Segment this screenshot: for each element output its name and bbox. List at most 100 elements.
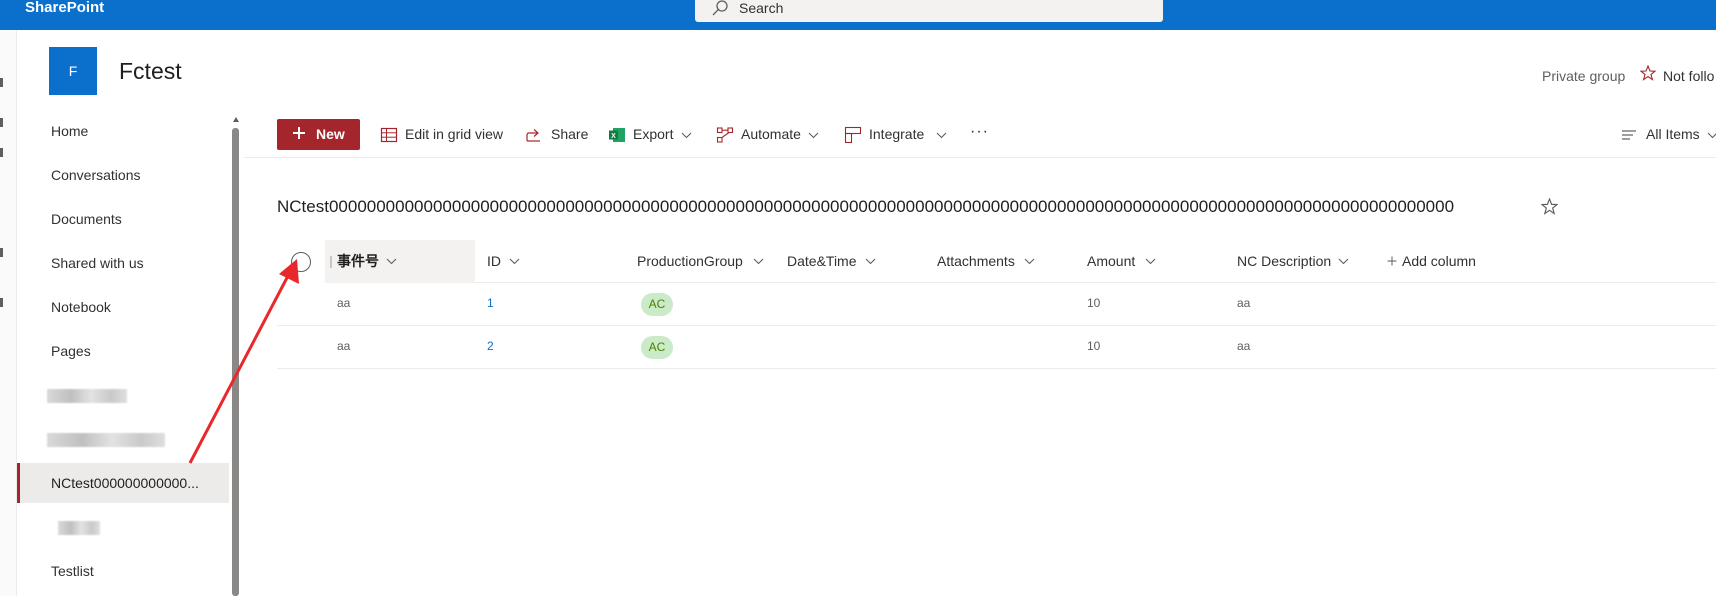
column-resize-handle[interactable] bbox=[330, 256, 332, 268]
grid-icon bbox=[380, 127, 398, 143]
app-brand[interactable]: SharePoint bbox=[25, 0, 104, 16]
cell-event-no: aa bbox=[337, 339, 351, 353]
integrate-label: Integrate bbox=[869, 126, 925, 142]
nav-item-shared-with-us[interactable]: Shared with us bbox=[17, 243, 229, 283]
column-header-label: Date&Time bbox=[787, 253, 857, 269]
strip-marker bbox=[0, 298, 3, 307]
column-header-attachments[interactable]: Attachments bbox=[925, 240, 1075, 283]
column-header-label: ID bbox=[487, 253, 501, 269]
share-button[interactable]: Share bbox=[525, 119, 589, 150]
view-selector[interactable]: All Items bbox=[1621, 119, 1716, 150]
chevron-down-icon bbox=[1707, 132, 1716, 139]
command-bar: New Edit in grid view Share X Export Aut… bbox=[244, 111, 1716, 158]
star-icon[interactable] bbox=[1541, 198, 1558, 215]
table-row[interactable]: aa 2 AC 10 aa bbox=[277, 326, 1716, 369]
nav-item-label: Testlist bbox=[51, 563, 94, 579]
nav-item-testlist[interactable]: Testlist bbox=[17, 551, 229, 591]
nav-scrollbar[interactable] bbox=[232, 128, 239, 596]
cell-event-no: aa bbox=[337, 296, 351, 310]
column-header-label: NC Description bbox=[1237, 253, 1332, 269]
new-button-label: New bbox=[316, 126, 345, 142]
nav-item-conversations[interactable]: Conversations bbox=[17, 155, 229, 195]
strip-marker bbox=[0, 248, 3, 257]
column-header-nc-description[interactable]: NC Description bbox=[1225, 240, 1375, 283]
strip-marker bbox=[0, 78, 3, 87]
column-header-id[interactable]: ID bbox=[475, 240, 625, 283]
list-title: NCtest0000000000000000000000000000000000… bbox=[277, 197, 1455, 216]
integrate-button[interactable]: Integrate bbox=[844, 119, 948, 150]
cell-nc-description: aa bbox=[1237, 339, 1251, 353]
nav-item-label: Shared with us bbox=[51, 255, 144, 271]
select-all-checkbox[interactable] bbox=[291, 252, 311, 272]
chevron-down-icon bbox=[509, 258, 520, 265]
site-logo[interactable]: F bbox=[49, 47, 97, 95]
excel-icon: X bbox=[609, 128, 625, 142]
site-title[interactable]: Fctest bbox=[119, 58, 182, 85]
column-header-label: Attachments bbox=[937, 253, 1015, 269]
column-header-production-group[interactable]: ProductionGroup bbox=[625, 240, 775, 283]
more-options-button[interactable]: ··· bbox=[970, 119, 994, 150]
group-privacy-label: Private group bbox=[1542, 68, 1626, 84]
follow-button[interactable]: Not follo bbox=[1663, 68, 1714, 84]
edit-grid-button[interactable]: Edit in grid view bbox=[380, 119, 510, 150]
star-icon[interactable] bbox=[1640, 65, 1656, 81]
redacted-text bbox=[47, 389, 127, 403]
chevron-down-icon bbox=[808, 132, 819, 139]
export-label: Export bbox=[633, 126, 674, 142]
chevron-down-icon bbox=[681, 132, 692, 139]
nav-item-documents[interactable]: Documents bbox=[17, 199, 229, 239]
nav-item-label: Notebook bbox=[51, 299, 111, 315]
nav-item-label: Conversations bbox=[51, 167, 141, 183]
sharepoint-page: SharePoint Search F Fctest Private group… bbox=[0, 0, 1716, 596]
nav-item-label: Pages bbox=[51, 343, 91, 359]
app-strip bbox=[0, 30, 17, 596]
automate-button[interactable]: Automate bbox=[716, 119, 820, 150]
share-icon bbox=[526, 129, 540, 142]
nav-item-notebook[interactable]: Notebook bbox=[17, 287, 229, 327]
automate-label: Automate bbox=[741, 126, 801, 142]
cell-id[interactable]: 1 bbox=[487, 283, 494, 324]
suite-bar: SharePoint Search bbox=[0, 0, 1716, 30]
redacted-text bbox=[58, 521, 100, 535]
nav-item-home[interactable]: Home bbox=[17, 111, 229, 151]
column-header-label: ProductionGroup bbox=[637, 253, 743, 269]
left-navigation: Home Conversations Documents Shared with… bbox=[17, 111, 231, 596]
nav-item-redacted[interactable] bbox=[17, 375, 229, 415]
cell-amount: 10 bbox=[1087, 296, 1101, 310]
cell-nc-description: aa bbox=[1237, 296, 1251, 310]
redacted-text bbox=[47, 433, 165, 447]
column-header-label: Amount bbox=[1087, 253, 1136, 269]
chevron-down-icon bbox=[386, 258, 397, 265]
column-header-label: 事件号 bbox=[337, 253, 379, 269]
search-placeholder: Search bbox=[739, 0, 784, 16]
nav-item-redacted[interactable] bbox=[17, 507, 229, 547]
nav-item-label: Documents bbox=[51, 211, 122, 227]
nav-item-pages[interactable]: Pages bbox=[17, 331, 229, 371]
column-header-event-no[interactable]: 事件号 bbox=[325, 240, 475, 283]
list-header-row: 事件号 ID ProductionGroup Date&Time Attachm… bbox=[325, 240, 1716, 283]
chevron-down-icon bbox=[1024, 258, 1035, 265]
chevron-down-icon bbox=[1145, 258, 1156, 265]
production-group-pill: AC bbox=[641, 293, 673, 316]
column-header-amount[interactable]: Amount bbox=[1075, 240, 1225, 283]
chevron-down-icon bbox=[753, 258, 764, 265]
production-group-pill: AC bbox=[641, 336, 673, 359]
view-lines-icon bbox=[1622, 130, 1636, 140]
strip-marker bbox=[0, 148, 3, 157]
scroll-up-arrow[interactable] bbox=[233, 117, 239, 122]
table-row[interactable]: aa 1 AC 10 aa bbox=[277, 283, 1716, 326]
nav-item-nctest[interactable]: NCtest000000000000... bbox=[17, 463, 229, 503]
search-box[interactable]: Search bbox=[695, 0, 1163, 22]
export-button[interactable]: X Export bbox=[608, 119, 694, 150]
svg-text:X: X bbox=[611, 133, 616, 140]
chevron-down-icon bbox=[865, 258, 876, 265]
nav-item-redacted[interactable] bbox=[17, 419, 229, 459]
strip-marker bbox=[0, 118, 3, 127]
automate-icon bbox=[716, 127, 734, 143]
view-label: All Items bbox=[1646, 126, 1700, 142]
cell-id[interactable]: 2 bbox=[487, 326, 494, 367]
column-header-datetime[interactable]: Date&Time bbox=[775, 240, 925, 283]
new-button[interactable]: New bbox=[277, 119, 360, 150]
add-column-button[interactable]: Add column bbox=[1387, 240, 1517, 283]
search-icon bbox=[712, 0, 728, 16]
